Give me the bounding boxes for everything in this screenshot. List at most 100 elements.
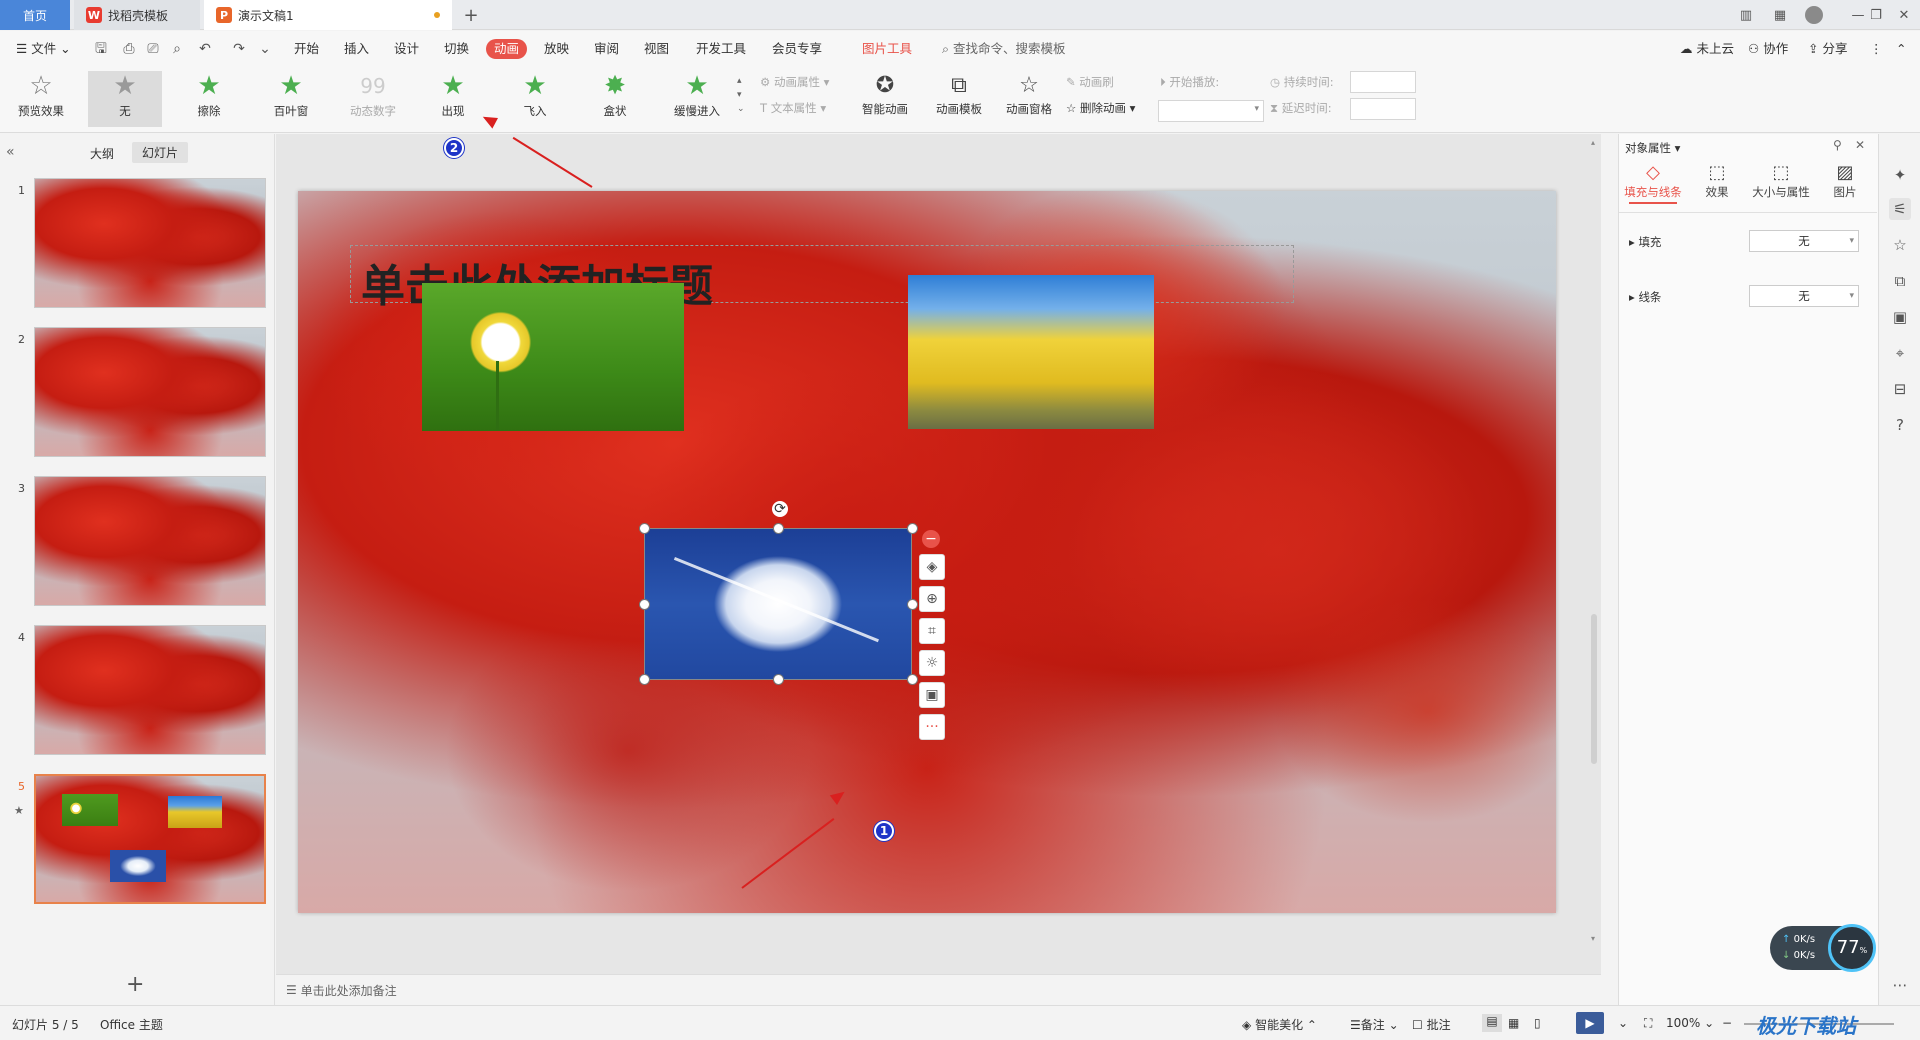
animation-template-button[interactable]: ⧉ 动画模板 [928,71,990,117]
menu-member[interactable]: 会员专享 [768,39,826,59]
add-slide-button[interactable]: + [126,972,144,997]
tab-fill-line[interactable]: ◇ 填充与线条 [1621,162,1685,204]
customize-icon[interactable]: ⌄ [256,40,274,58]
effect-dynamic-number[interactable]: 99 动态数字 [336,71,410,127]
book-icon[interactable]: ⊟ [1889,378,1911,400]
fit-window-icon[interactable]: ⛶ [1644,1016,1652,1031]
resize-handle[interactable] [773,674,784,685]
magic-icon[interactable]: ✦ [1889,164,1911,186]
vertical-scrollbar[interactable]: ▴ ▾ [1588,134,1600,974]
print-preview-icon[interactable]: ⌕ [168,40,186,58]
effect-appear[interactable]: ★ 出现 [416,71,490,127]
effect-blinds[interactable]: ★ 百叶窗 [254,71,328,127]
save-icon[interactable]: 🖫 [92,40,110,58]
animation-props-button[interactable]: ⚙ 动画属性 ▾ [760,74,829,90]
scroll-thumb[interactable] [1591,614,1597,764]
menu-transition[interactable]: 切换 [440,39,473,59]
line-section-toggle[interactable]: ▸ 线条 [1629,289,1661,305]
daisy-image[interactable] [422,283,684,431]
location-icon[interactable]: ⌖ [1889,342,1911,364]
menu-picture-tools[interactable]: 图片工具 [858,39,916,59]
more-icon[interactable]: ⋮ [1866,39,1887,59]
effect-none[interactable]: ★ 无 [88,71,162,127]
animation-star-icon[interactable]: ☆ [1889,234,1911,256]
bulb-icon[interactable]: ☼ [919,650,945,676]
beautify-button[interactable]: ◈ 智能美化 ⌃ [1242,1016,1317,1033]
close-icon[interactable]: ✕ [1888,0,1920,30]
duration-input[interactable] [1350,71,1416,93]
reading-view-icon[interactable]: ▯ [1534,1016,1541,1030]
slides-tab[interactable]: 幻灯片 [132,142,189,163]
zoom-level[interactable]: 100% ⌄ [1666,1016,1714,1030]
tab-home[interactable]: 首页 [0,0,70,30]
gallery-scroll[interactable]: ▴ ▾ ⌄ [737,74,747,116]
comments-toggle[interactable]: ☐ 批注 [1412,1016,1451,1033]
menu-review[interactable]: 审阅 [590,39,623,59]
slide-thumbnail-3[interactable] [34,476,266,606]
notes-area[interactable]: ☰ 单击此处添加备注 [276,974,1601,1005]
layout-icon[interactable]: ▥ [1730,0,1762,30]
copy-icon[interactable]: ⧉ [1889,270,1911,292]
slide-thumbnail-2[interactable] [34,327,266,457]
menu-view[interactable]: 视图 [640,39,673,59]
tab-effects[interactable]: ⬚ 效果 [1685,162,1749,200]
normal-view-icon[interactable]: ▤ [1482,1014,1502,1032]
smart-animation-button[interactable]: ✪ 智能动画 [854,71,916,117]
resize-handle[interactable] [639,599,650,610]
image-icon[interactable]: ▣ [1889,306,1911,328]
menu-design[interactable]: 设计 [390,39,423,59]
effect-box[interactable]: ✸ 盒状 [578,71,652,127]
new-tab-button[interactable]: + [458,0,484,30]
grid-icon[interactable]: ▦ [1764,0,1796,30]
rotate-handle-icon[interactable]: ⟳ [772,501,788,517]
heart-cloud-image-selected[interactable] [644,528,912,680]
ginkgo-trees-image[interactable] [908,275,1154,429]
theme-name[interactable]: Office 主题 [100,1016,163,1033]
slide-thumbnail-5[interactable] [34,774,266,904]
export-icon[interactable]: ⎙ [120,40,138,58]
resize-handle[interactable] [639,523,650,534]
animation-brush-button[interactable]: ✎ 动画刷 [1066,74,1114,90]
effect-fly-in[interactable]: ★ 飞入 [498,71,572,127]
menu-developer[interactable]: 开发工具 [692,39,750,59]
delete-animation-button[interactable]: ☆ 删除动画 ▾ [1066,100,1135,116]
menu-slideshow[interactable]: 放映 [540,39,573,59]
tab-size-props[interactable]: ⬚ 大小与属性 [1749,162,1813,200]
sorter-view-icon[interactable]: ▦ [1508,1016,1519,1030]
pane-title[interactable]: 对象属性 ▾ [1625,140,1680,156]
fill-select[interactable]: 无 ▾ [1749,230,1859,252]
close-pane-icon[interactable]: ✕ [1855,138,1865,152]
collab-button[interactable]: ⚇ 协作 [1744,39,1792,59]
animation-pane-button[interactable]: ☆ 动画窗格 [998,71,1060,117]
effect-wipe[interactable]: ★ 擦除 [172,71,246,127]
search-command[interactable]: ⌕ 查找命令、搜索模板 [938,39,1070,59]
crop-icon[interactable]: ⌗ [919,618,945,644]
resize-handle[interactable] [907,674,918,685]
layers-icon[interactable]: ◈ [919,554,945,580]
delay-input[interactable] [1350,98,1416,120]
print-icon[interactable]: ⎚ [144,40,162,58]
scroll-up-icon[interactable]: ▴ [1591,138,1595,147]
avatar[interactable] [1798,0,1830,30]
properties-icon[interactable]: ⚟ [1889,198,1911,220]
more-tools-icon[interactable]: ··· [919,714,945,740]
zoom-out-icon[interactable]: − [1722,1016,1732,1030]
effect-slow-enter[interactable]: ★ 缓慢进入 [660,71,734,127]
resize-handle[interactable] [907,599,918,610]
zoom-icon[interactable]: ⊕ [919,586,945,612]
tab-document[interactable]: P 演示文稿1 [204,0,452,30]
line-select[interactable]: 无 ▾ [1749,285,1859,307]
start-select[interactable]: ▾ [1158,100,1264,122]
tab-templates[interactable]: W 找稻壳模板 [74,0,200,30]
play-slideshow-button[interactable]: ▶ [1576,1012,1604,1034]
slide-thumbnail-4[interactable] [34,625,266,755]
slide-thumbnail-1[interactable] [34,178,266,308]
resize-handle[interactable] [907,523,918,534]
help-icon[interactable]: ? [1889,414,1911,436]
collapse-panel-icon[interactable]: « [6,144,15,160]
share-button[interactable]: ⇪ 分享 [1804,39,1851,59]
notes-toggle[interactable]: ☰备注 ⌄ [1350,1016,1399,1033]
menu-insert[interactable]: 插入 [340,39,373,59]
undo-icon[interactable]: ↶ [196,40,214,58]
fill-section-toggle[interactable]: ▸ 填充 [1629,234,1661,250]
